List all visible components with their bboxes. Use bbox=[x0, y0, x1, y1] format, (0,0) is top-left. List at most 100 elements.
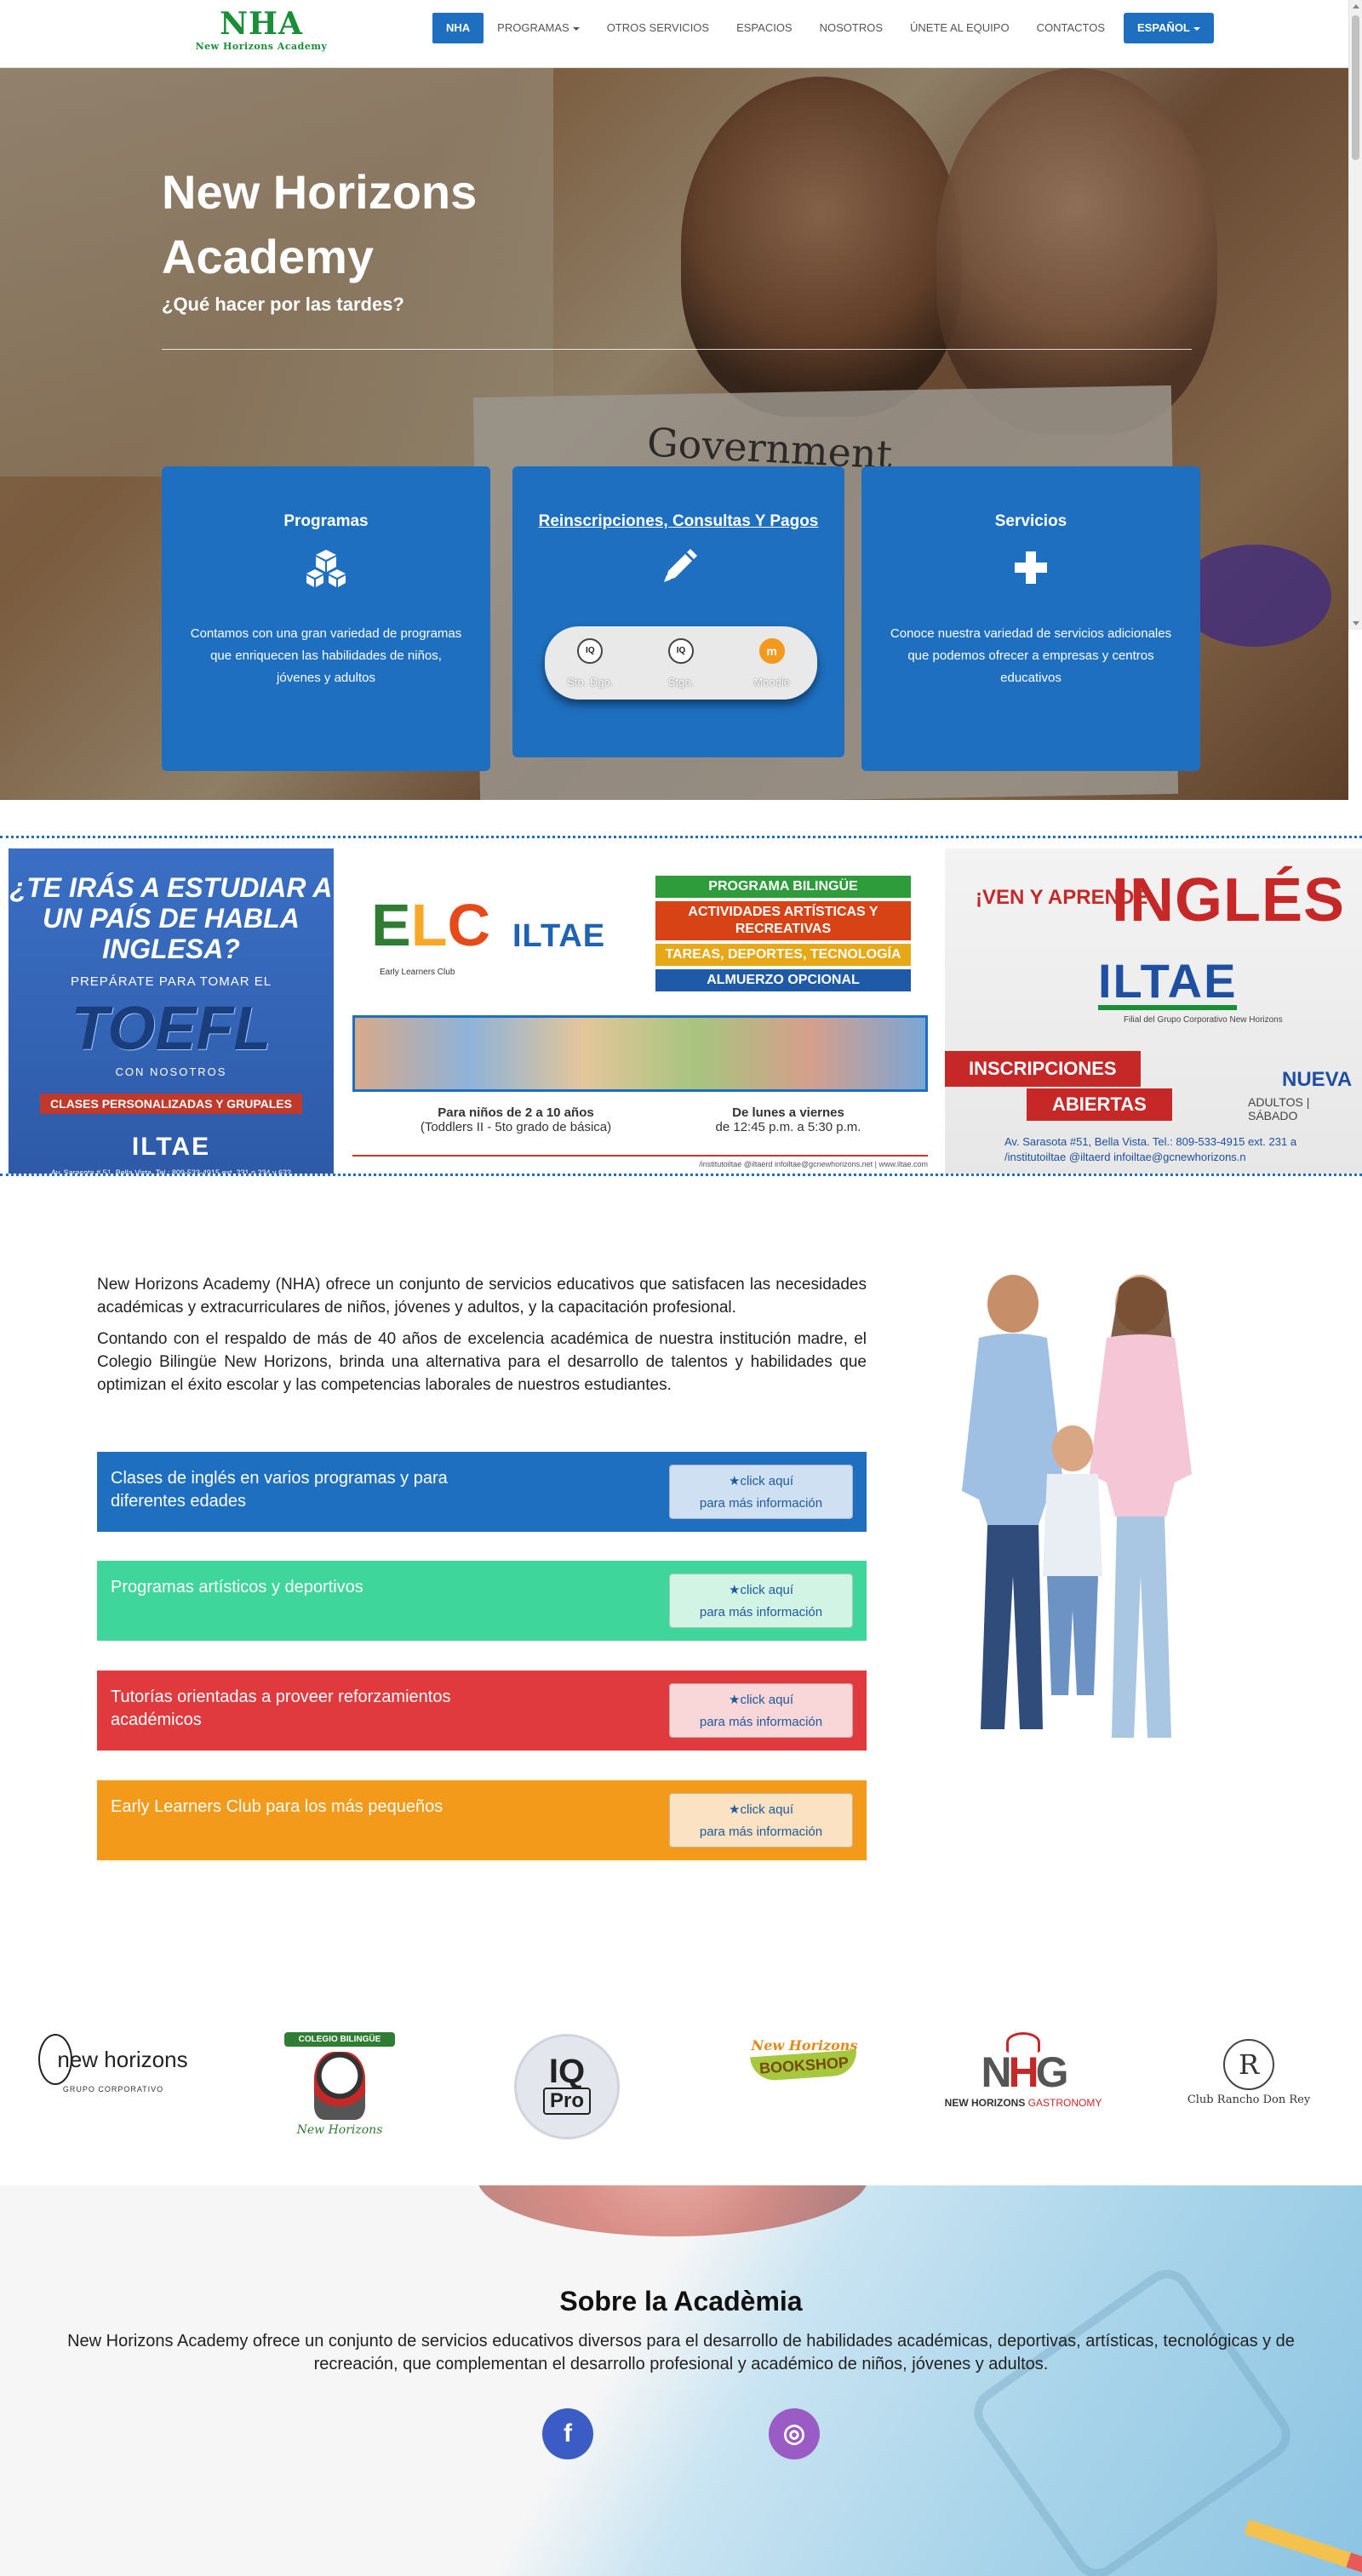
ages-title: Para niños de 2 a 10 años bbox=[438, 1105, 594, 1120]
scroll-down-icon[interactable] bbox=[1353, 621, 1359, 625]
about-text: New Horizons Academy ofrece un conjunto … bbox=[67, 2332, 1295, 2373]
logo-mark: NHA bbox=[220, 6, 303, 42]
banner-ingles-contact: Av. Sarasota #51, Bella Vista. Tel.: 809… bbox=[1004, 1134, 1362, 1165]
banner-elc-tag: PROGRAMA BILINGÜE bbox=[655, 876, 911, 898]
program-row-text: Early Learners Club para los más pequeño… bbox=[111, 1797, 444, 1816]
iq-icon: IQ bbox=[667, 637, 694, 664]
link-iq-sto-dgo[interactable]: IQ Sto. Dgo. bbox=[560, 637, 620, 688]
language-dropdown[interactable]: ESPAÑOL bbox=[1124, 13, 1214, 43]
about-title: Sobre la Acadèmia bbox=[559, 2286, 803, 2316]
banner-elc-ages: Para niños de 2 a 10 años (Toddlers II -… bbox=[405, 1105, 627, 1134]
page-scrollbar[interactable] bbox=[1348, 0, 1362, 630]
link-label: Stgo. bbox=[667, 675, 695, 688]
iq-icon: IQ bbox=[577, 637, 604, 664]
banner-ingles-filial: Filial del Grupo Corporativo New Horizon… bbox=[1124, 1015, 1283, 1025]
elc-logo: ELC bbox=[371, 892, 491, 958]
banner-ingles-address: Av. Sarasota #51, Bella Vista. Tel.: 809… bbox=[1004, 1135, 1297, 1148]
card-programas-title: Programas bbox=[283, 512, 369, 530]
banner-elc-photos bbox=[352, 1015, 928, 1092]
rancho-name: Club Rancho Don Rey bbox=[1187, 2093, 1311, 2106]
more-info-sub: para más información bbox=[699, 1715, 823, 1729]
banner-ingles-ins: INSCRIPCIONES bbox=[945, 1051, 1141, 1087]
more-info-label: click aquí bbox=[740, 1583, 793, 1597]
hero-divider bbox=[162, 349, 1192, 350]
pencil-icon bbox=[657, 546, 700, 589]
star-icon: ★ bbox=[729, 1474, 741, 1488]
link-moodle[interactable]: m Moodle bbox=[742, 637, 802, 688]
elc-logo-sub: Early Learners Club bbox=[380, 968, 455, 977]
banner-toefl-brand: ILTAE bbox=[131, 1133, 211, 1161]
more-info-button[interactable]: ★click aquí para más información bbox=[669, 1574, 853, 1628]
scrollbar-thumb[interactable] bbox=[1352, 15, 1359, 160]
navbar: NHA New Horizons Academy NHA PROGRAMAS O… bbox=[0, 0, 1362, 68]
days-sub: de 12:45 p.m. a 5:30 p.m. bbox=[715, 1120, 861, 1134]
nav-item-programas[interactable]: PROGRAMAS bbox=[484, 13, 593, 43]
banner-elc-tag: TAREAS, DEPORTES, TECNOLOGÍA bbox=[655, 944, 911, 966]
program-row-artisticos: Programas artísticos y deportivos ★click… bbox=[97, 1561, 867, 1641]
banner-ingles-social: /institutoiltae @iltaerd infoiltae@gcnew… bbox=[1004, 1151, 1246, 1163]
nav-item-programas-label: PROGRAMAS bbox=[497, 21, 569, 34]
more-info-label: click aquí bbox=[740, 1693, 793, 1707]
gastro-name-1: NEW HORIZONS bbox=[944, 2097, 1026, 2109]
more-info-button[interactable]: ★click aquí para más información bbox=[669, 1793, 853, 1848]
language-label: ESPAÑOL bbox=[1137, 21, 1190, 34]
rancho-mark: R bbox=[1223, 2039, 1274, 2090]
facebook-icon[interactable]: f bbox=[542, 2408, 593, 2459]
more-info-label: click aquí bbox=[740, 1802, 793, 1817]
nhg-mark: NHG bbox=[981, 2048, 1068, 2096]
program-row-text: Tutorías orientadas a proveer reforzamie… bbox=[111, 1688, 451, 1729]
scroll-up-icon[interactable] bbox=[1353, 4, 1359, 9]
card-reinscripciones-title[interactable]: Reinscripciones, Consultas Y Pagos bbox=[512, 512, 844, 531]
banner-elc-tag: ALMUERZO OPCIONAL bbox=[655, 969, 911, 991]
platform-links: IQ Sto. Dgo. IQ Stgo. m Moodle bbox=[545, 626, 817, 700]
chef-mascot-icon bbox=[314, 2052, 365, 2120]
gc-sub: GRUPO CORPORATIVO bbox=[62, 2085, 164, 2093]
nav-item-contactos[interactable]: CONTACTOS bbox=[1023, 13, 1119, 43]
days-title: De lunes a viernes bbox=[732, 1105, 844, 1120]
nav-item-otros-servicios[interactable]: OTROS SERVICIOS bbox=[593, 13, 723, 43]
card-servicios[interactable]: Servicios Conoce nuestra variedad de ser… bbox=[861, 466, 1200, 771]
moodle-icon: m bbox=[758, 637, 785, 664]
logo-bookshop[interactable]: New Horizons BOOKSHOP bbox=[741, 2037, 868, 2082]
banner-ingles[interactable]: ¡VEN Y APRENDE INGLÉS ILTAE Filial del G… bbox=[945, 848, 1362, 1174]
logo-colegio-bilingue[interactable]: COLEGIO BILINGÜE New Horizons bbox=[284, 2032, 395, 2137]
gastro-name-2: GASTRONOMY bbox=[1027, 2097, 1102, 2109]
more-info-button[interactable]: ★click aquí para más información bbox=[669, 1465, 853, 1519]
banner-elc[interactable]: ELC Early Learners Club ILTAE PROGRAMA B… bbox=[346, 848, 930, 1174]
nav-item-nosotros[interactable]: NOSOTROS bbox=[806, 13, 896, 43]
nav-item-espacios[interactable]: ESPACIOS bbox=[723, 13, 806, 43]
more-info-label: click aquí bbox=[740, 1474, 793, 1488]
nha-logo[interactable]: NHA New Horizons Academy bbox=[189, 7, 334, 58]
about-section: Sobre la Acadèmia New Horizons Academy o… bbox=[0, 2185, 1362, 2576]
colegio-ribbon: COLEGIO BILINGÜE bbox=[284, 2032, 395, 2047]
banner-ingles-brand: ILTAE bbox=[1098, 957, 1238, 1010]
hero-title: New Horizons Academy bbox=[162, 165, 478, 283]
card-programas[interactable]: Programas Contamos con una gran variedad… bbox=[162, 466, 490, 771]
nav-item-unete[interactable]: ÚNETE AL EQUIPO bbox=[896, 13, 1023, 43]
banner-ingles-nueva: NUEVA bbox=[1282, 1068, 1353, 1091]
card-servicios-title: Servicios bbox=[994, 512, 1067, 530]
more-info-button[interactable]: ★click aquí para más información bbox=[669, 1683, 853, 1738]
logo-grupo-corporativo[interactable]: new horizons GRUPO CORPORATIVO bbox=[32, 2034, 194, 2093]
logo-rancho-don-rey[interactable]: R Club Rancho Don Rey bbox=[1185, 2039, 1313, 2106]
logo-iq-pro[interactable]: IQ Pro bbox=[514, 2034, 620, 2139]
banner-elc-footer: /institutoiltae @iltaerd infoiltae@gcnew… bbox=[352, 1155, 928, 1168]
logo-gastronomy[interactable]: NHG NEW HORIZONS GASTRONOMY bbox=[938, 2032, 1108, 2109]
star-icon: ★ bbox=[729, 1583, 741, 1597]
star-icon: ★ bbox=[729, 1693, 741, 1707]
banner-elc-tag: ACTIVIDADES ARTÍSTICAS Y RECREATIVAS bbox=[655, 901, 911, 940]
banner-ingles-schedule: ADULTOS | SÁBADO bbox=[1248, 1095, 1310, 1122]
promo-carousel[interactable]: ¿TE IRÁS A ESTUDIAR A UN PAÍS DE HABLA I… bbox=[0, 836, 1362, 1176]
card-servicios-description: Conoce nuestra variedad de servicios adi… bbox=[890, 626, 1172, 685]
card-reinscripciones[interactable]: Reinscripciones, Consultas Y Pagos bbox=[512, 466, 844, 757]
program-row-elc: Early Learners Club para los más pequeño… bbox=[97, 1780, 867, 1860]
banner-toefl[interactable]: ¿TE IRÁS A ESTUDIAR A UN PAÍS DE HABLA I… bbox=[9, 848, 334, 1174]
hero-subtitle: ¿Qué hacer por las tardes? bbox=[162, 294, 404, 315]
program-row-tutorias: Tutorías orientadas a proveer reforzamie… bbox=[97, 1671, 867, 1751]
star-icon: ★ bbox=[729, 1802, 741, 1817]
nav-item-nha[interactable]: NHA bbox=[432, 13, 484, 43]
banner-toefl-headline: ¿TE IRÁS A ESTUDIAR A UN PAÍS DE HABLA I… bbox=[9, 872, 333, 964]
program-row-ingles: Clases de inglés en varios programas y p… bbox=[97, 1452, 867, 1532]
instagram-icon[interactable]: ◎ bbox=[769, 2408, 820, 2459]
link-iq-stgo[interactable]: IQ Stgo. bbox=[651, 637, 711, 688]
